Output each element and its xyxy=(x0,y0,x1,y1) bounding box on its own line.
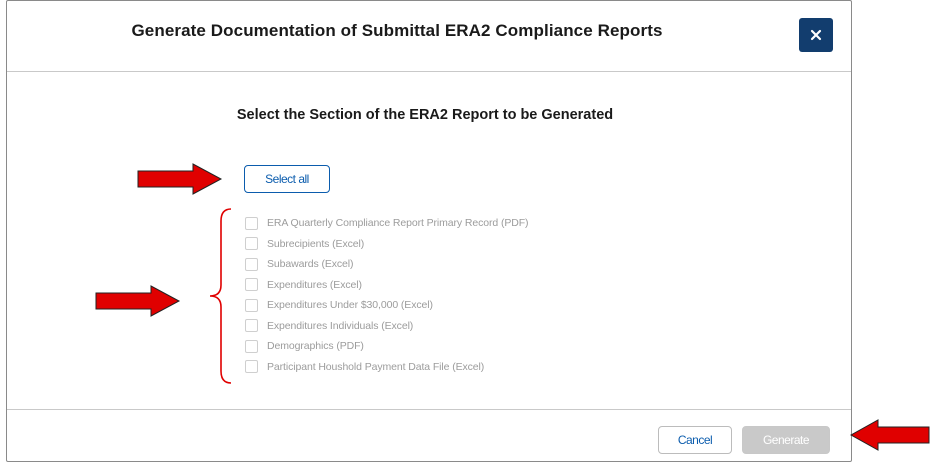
arrow-right-icon xyxy=(95,285,181,317)
option-checkbox[interactable] xyxy=(245,298,258,312)
option-checkbox[interactable] xyxy=(245,257,258,271)
option-checkbox[interactable] xyxy=(245,216,258,230)
report-option[interactable]: ERA Quarterly Compliance Report Primary … xyxy=(245,216,529,230)
dialog-title: Generate Documentation of Submittal ERA2… xyxy=(131,21,663,40)
option-checkbox[interactable] xyxy=(245,278,258,291)
option-label: Expenditures Under $30,000 (Excel) xyxy=(267,299,433,311)
report-option[interactable]: Expenditures (Excel) xyxy=(245,278,362,292)
option-checkbox[interactable] xyxy=(245,360,258,373)
close-icon xyxy=(810,29,822,41)
dialog-footer: Cancel Generate xyxy=(7,409,851,461)
select-all-button[interactable]: Select all xyxy=(244,165,330,193)
cancel-button[interactable]: Cancel xyxy=(658,426,732,454)
arrow-left-icon xyxy=(850,419,930,451)
option-checkbox[interactable] xyxy=(245,319,258,332)
option-label: Expenditures (Excel) xyxy=(267,278,362,291)
report-option[interactable]: Subrecipients (Excel) xyxy=(245,237,364,251)
option-label: Expenditures Individuals (Excel) xyxy=(267,319,414,332)
close-button[interactable] xyxy=(799,18,833,52)
report-option[interactable]: Expenditures Individuals (Excel) xyxy=(245,319,413,333)
dialog-header: Generate Documentation of Submittal ERA2… xyxy=(7,1,851,72)
option-label: Participant Houshold Payment Data File (… xyxy=(267,360,485,373)
arrow-right-icon xyxy=(137,163,223,195)
option-label: ERA Quarterly Compliance Report Primary … xyxy=(267,217,529,229)
report-option[interactable]: Participant Houshold Payment Data File (… xyxy=(245,360,484,374)
section-heading: Select the Section of the ERA2 Report to… xyxy=(236,107,614,123)
generate-button[interactable]: Generate xyxy=(742,426,830,454)
generate-documentation-dialog: Generate Documentation of Submittal ERA2… xyxy=(6,0,852,462)
report-option[interactable]: Expenditures Under $30,000 (Excel) xyxy=(245,298,433,312)
option-label: Demographics (PDF) xyxy=(267,340,364,352)
option-checkbox[interactable] xyxy=(245,339,258,353)
option-label: Subrecipients (Excel) xyxy=(267,237,365,250)
curly-bracket-icon xyxy=(209,208,232,384)
option-checkbox[interactable] xyxy=(245,237,258,250)
report-option[interactable]: Demographics (PDF) xyxy=(245,339,364,353)
report-option[interactable]: Subawards (Excel) xyxy=(245,257,354,271)
option-label: Subawards (Excel) xyxy=(267,258,354,270)
